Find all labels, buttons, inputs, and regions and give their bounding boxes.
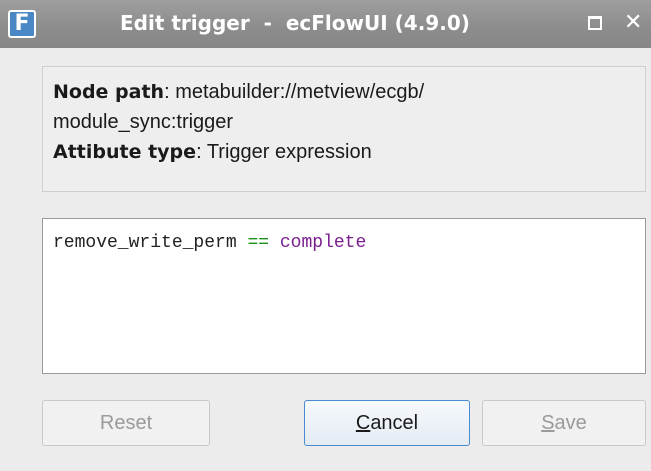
attribute-type-value: Trigger expression — [206, 141, 372, 163]
cancel-mnemonic: C — [355, 412, 371, 434]
node-path-row: Node path: metabuilder://metview/ecgb/ — [53, 81, 425, 103]
close-icon[interactable]: ✕ — [624, 8, 651, 38]
window-title: Edit trigger - ecFlowUI (4.9.0) — [120, 11, 470, 35]
save-label-rest: ave — [554, 412, 587, 434]
expression-lhs: remove_write_perm — [53, 233, 237, 253]
expression-operator: == — [247, 233, 270, 253]
expression-rhs: complete — [279, 233, 367, 253]
edit-trigger-dialog: F Edit trigger - ecFlowUI (4.9.0) ✕ Node… — [0, 0, 651, 471]
maximize-icon[interactable] — [588, 16, 602, 30]
ecflow-app-icon: F — [8, 10, 36, 38]
node-path-value-cont: module_sync:trigger — [53, 111, 234, 133]
save-button[interactable]: Save — [482, 400, 646, 446]
node-path-label: Node path — [53, 81, 165, 103]
cancel-button[interactable]: Cancel — [304, 400, 470, 446]
attribute-type-label: Attibute type — [53, 141, 197, 163]
cancel-label-rest: ancel — [370, 412, 419, 434]
save-mnemonic: S — [541, 412, 555, 434]
title-bar[interactable]: F Edit trigger - ecFlowUI (4.9.0) ✕ — [0, 0, 651, 48]
node-info-panel: Node path: metabuilder://metview/ecgb/ m… — [42, 66, 646, 192]
attribute-type-row: Attibute type: Trigger expression — [53, 141, 372, 163]
node-path-value: metabuilder://metview/ecgb/ — [175, 81, 425, 103]
trigger-expression-editor[interactable]: remove_write_perm == complete — [42, 218, 646, 374]
reset-button[interactable]: Reset — [42, 400, 210, 446]
